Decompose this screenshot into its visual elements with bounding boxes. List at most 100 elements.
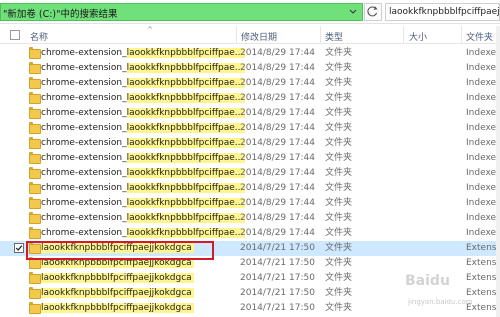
watermark-logo: Baidu	[405, 273, 450, 289]
folder-icon	[29, 212, 41, 224]
list-item[interactable]: chrome-extension_laookkfknpbbblfpciffpae…	[0, 91, 500, 106]
folder-icon	[29, 152, 41, 164]
folder-icon	[29, 137, 41, 149]
select-all-checkbox[interactable]	[10, 30, 20, 40]
column-divider[interactable]	[320, 26, 321, 44]
item-date: 2014/7/21 17:50	[240, 303, 315, 313]
folder-icon	[29, 182, 41, 194]
item-date: 2014/8/29 17:44	[240, 228, 315, 238]
item-type: 文件夹	[325, 93, 353, 103]
item-date: 2014/8/29 17:44	[240, 183, 315, 193]
item-name: chrome-extension_laookkfknpbbblfpciffpae…	[41, 123, 246, 133]
list-item[interactable]: chrome-extension_laookkfknpbbblfpciffpae…	[0, 61, 500, 76]
sort-caret-icon: ^	[147, 26, 153, 34]
item-folder: Indexed	[466, 183, 500, 193]
item-date: 2014/8/29 17:44	[240, 93, 315, 103]
item-folder: Extensic	[466, 243, 500, 253]
row-checkbox[interactable]	[14, 243, 24, 253]
breadcrumb-text: "新加卷 (C:)"中的搜索结果	[3, 9, 118, 20]
item-type: 文件夹	[325, 213, 353, 223]
folder-icon	[29, 122, 41, 134]
item-type: 文件夹	[325, 123, 353, 133]
list-item[interactable]: chrome-extension_laookkfknpbbblfpciffpae…	[0, 121, 500, 136]
item-folder: Extensic	[466, 258, 500, 268]
annotation-highlight-box	[26, 241, 214, 260]
item-type: 文件夹	[325, 63, 353, 73]
column-divider[interactable]	[461, 26, 462, 44]
folder-icon	[29, 92, 41, 104]
item-name: chrome-extension_laookkfknpbbblfpciffpae…	[41, 138, 246, 148]
item-date: 2014/8/29 17:44	[240, 198, 315, 208]
item-folder: Indexed	[466, 228, 500, 238]
item-name: chrome-extension_laookkfknpbbblfpciffpae…	[41, 108, 246, 118]
item-date: 2014/8/29 17:44	[240, 48, 315, 58]
item-name: chrome-extension_laookkfknpbbblfpciffpae…	[41, 228, 246, 238]
list-item[interactable]: chrome-extension_laookkfknpbbblfpciffpae…	[0, 211, 500, 226]
watermark-url: jingyan.baidu.com	[408, 298, 473, 306]
item-type: 文件夹	[325, 108, 353, 118]
column-header-size[interactable]: 大小	[409, 30, 427, 43]
list-item[interactable]: chrome-extension_laookkfknpbbblfpciffpae…	[0, 46, 500, 61]
column-header-date[interactable]: 修改日期	[241, 30, 277, 43]
list-item[interactable]: chrome-extension_laookkfknpbbblfpciffpae…	[0, 196, 500, 211]
folder-icon	[29, 62, 41, 74]
item-date: 2014/8/29 17:44	[240, 213, 315, 223]
item-date: 2014/7/21 17:50	[240, 273, 315, 283]
item-folder: Indexed	[466, 213, 500, 223]
item-folder: Indexed	[466, 138, 500, 148]
column-header-name[interactable]: 名称	[30, 30, 48, 43]
list-item[interactable]: chrome-extension_laookkfknpbbblfpciffpae…	[0, 76, 500, 91]
column-header-type[interactable]: 类型	[325, 30, 343, 43]
chevron-down-icon[interactable]	[348, 6, 358, 18]
item-date: 2014/8/29 17:44	[240, 108, 315, 118]
search-input-value: laookkfknpbbblfpciffpaejjkok	[389, 7, 500, 17]
item-name: chrome-extension_laookkfknpbbblfpciffpae…	[41, 153, 246, 163]
item-folder: Indexed	[466, 48, 500, 58]
item-type: 文件夹	[325, 78, 353, 88]
list-item[interactable]: chrome-extension_laookkfknpbbblfpciffpae…	[0, 226, 500, 241]
item-date: 2014/7/21 17:50	[240, 243, 315, 253]
list-item[interactable]: chrome-extension_laookkfknpbbblfpciffpae…	[0, 181, 500, 196]
checkmark-icon	[15, 245, 23, 251]
item-folder: Indexed	[466, 153, 500, 163]
item-type: 文件夹	[325, 303, 353, 313]
item-name: chrome-extension_laookkfknpbbblfpciffpae…	[41, 168, 246, 178]
item-folder: Indexed	[466, 123, 500, 133]
item-name: chrome-extension_laookkfknpbbblfpciffpae…	[41, 63, 246, 73]
item-type: 文件夹	[325, 198, 353, 208]
item-date: 2014/8/29 17:44	[240, 138, 315, 148]
folder-icon	[29, 227, 41, 239]
column-divider[interactable]	[236, 26, 237, 44]
item-type: 文件夹	[325, 288, 353, 298]
item-folder: Indexed	[466, 93, 500, 103]
item-type: 文件夹	[325, 153, 353, 163]
item-name: laookkfknpbbblfpciffpaejjkokdgca	[41, 273, 194, 283]
item-folder: Indexed	[466, 108, 500, 118]
search-input[interactable]: laookkfknpbbblfpciffpaejjkok	[385, 3, 500, 21]
item-type: 文件夹	[325, 168, 353, 178]
item-name: chrome-extension_laookkfknpbbblfpciffpae…	[41, 198, 246, 208]
folder-icon	[29, 197, 41, 209]
item-name: chrome-extension_laookkfknpbbblfpciffpae…	[41, 213, 246, 223]
list-item[interactable]: chrome-extension_laookkfknpbbblfpciffpae…	[0, 136, 500, 151]
item-type: 文件夹	[325, 138, 353, 148]
item-date: 2014/8/29 17:44	[240, 63, 315, 73]
item-folder: Indexed	[466, 168, 500, 178]
refresh-button[interactable]	[364, 3, 382, 21]
column-header-folder[interactable]: 文件夹	[466, 30, 493, 43]
folder-icon	[29, 287, 41, 299]
item-date: 2014/7/21 17:50	[240, 258, 315, 268]
column-header: ^ 名称 修改日期 类型 大小 文件夹	[0, 26, 500, 44]
item-folder: Indexed	[466, 78, 500, 88]
folder-icon	[29, 257, 41, 269]
list-item[interactable]: chrome-extension_laookkfknpbbblfpciffpae…	[0, 106, 500, 121]
item-name: chrome-extension_laookkfknpbbblfpciffpae…	[41, 78, 246, 88]
item-date: 2014/7/21 17:50	[240, 288, 315, 298]
list-item[interactable]: chrome-extension_laookkfknpbbblfpciffpae…	[0, 166, 500, 181]
folder-icon	[29, 77, 41, 89]
column-divider[interactable]	[403, 26, 404, 44]
list-item[interactable]: chrome-extension_laookkfknpbbblfpciffpae…	[0, 151, 500, 166]
item-type: 文件夹	[325, 228, 353, 238]
breadcrumb[interactable]: "新加卷 (C:)"中的搜索结果	[0, 3, 363, 21]
item-folder: Indexed	[466, 63, 500, 73]
